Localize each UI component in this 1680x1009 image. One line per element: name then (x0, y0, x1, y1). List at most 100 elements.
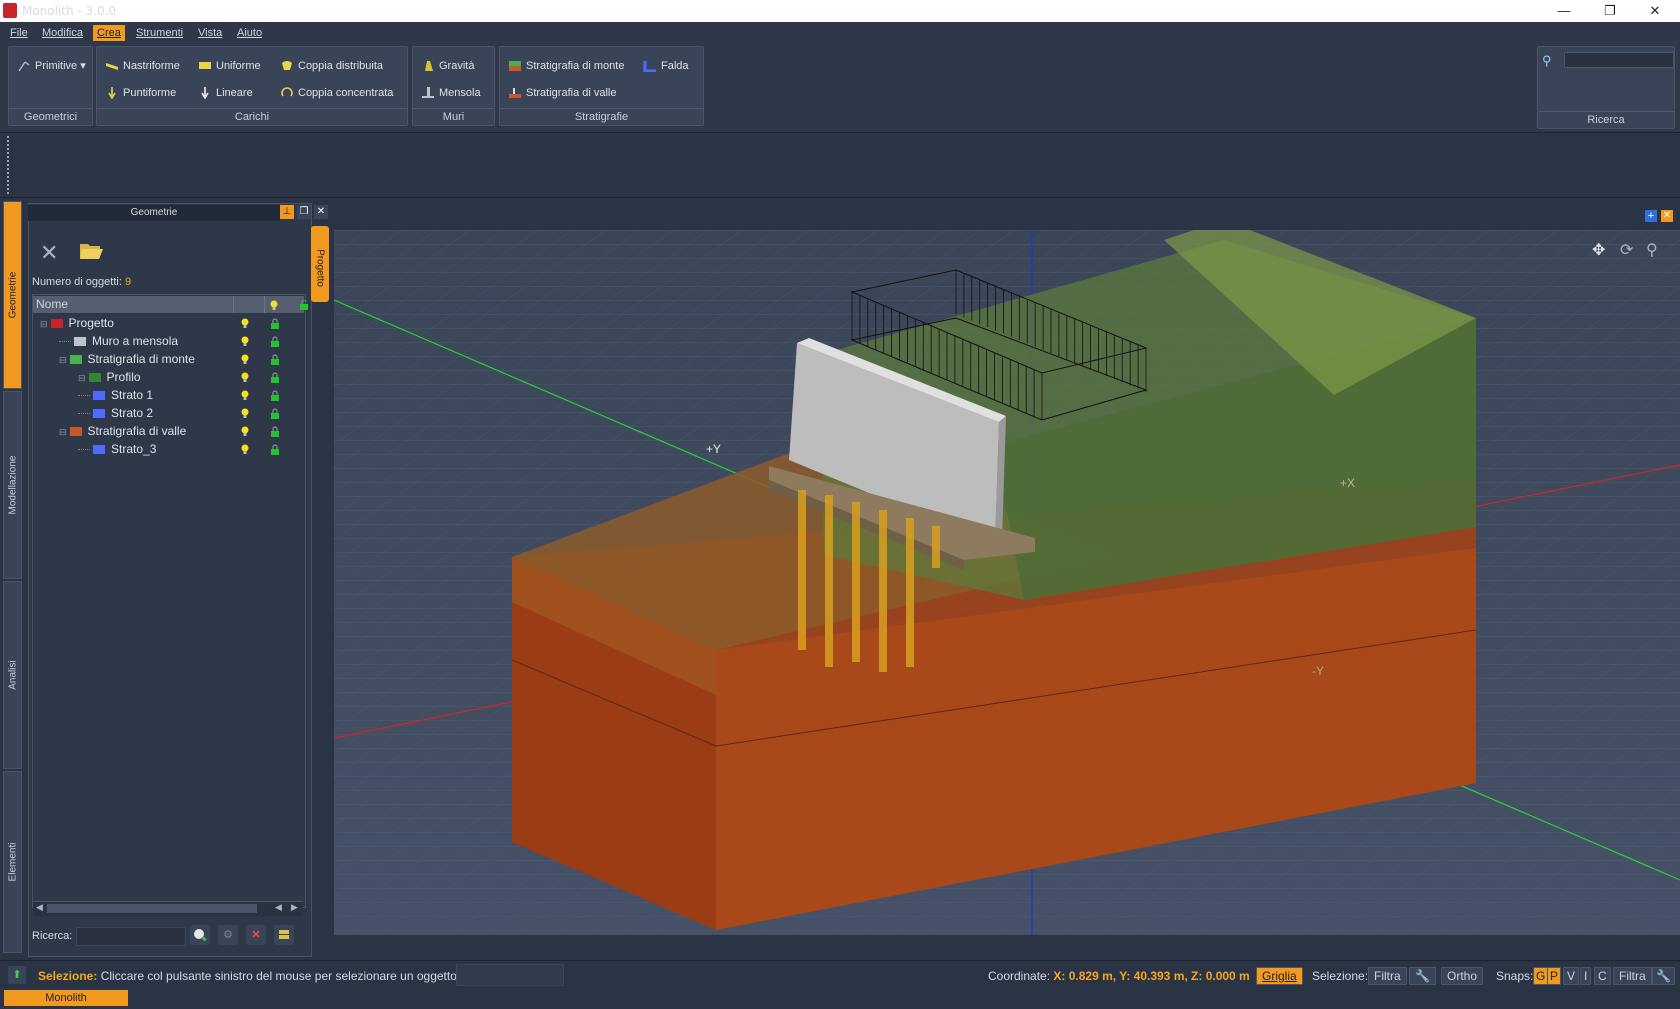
ribbon-group-ricerca: ⚲ Ricerca (1537, 46, 1675, 129)
scroll-left-end-icon[interactable]: ◀ (275, 902, 282, 913)
scroll-thumb[interactable] (47, 904, 257, 913)
close-button[interactable]: ✕ (1641, 2, 1669, 20)
lock-icon[interactable] (270, 444, 280, 455)
tab-elementi[interactable]: Elementi (3, 771, 22, 953)
panel-search-input[interactable] (76, 927, 186, 946)
column-name[interactable]: Nome (36, 296, 68, 313)
lock-icon[interactable] (270, 426, 280, 437)
arrow-up-icon[interactable]: ⬆ (8, 966, 26, 984)
wrench-icon[interactable]: 🔧 (1409, 967, 1436, 985)
zoom-icon[interactable]: ⚲ (1646, 240, 1658, 260)
snap-c-toggle[interactable]: C (1594, 967, 1611, 985)
coppia-concentrata-button[interactable]: Coppia concentrata (280, 84, 393, 102)
expand-toggle-icon[interactable]: ⊟ (59, 355, 67, 365)
downstream-strata-icon (508, 87, 522, 99)
expand-toggle-icon[interactable]: ⊟ (78, 373, 86, 383)
layers-icon[interactable] (274, 925, 294, 945)
tree-item[interactable]: ⊟ Stratigrafia di valle (59, 422, 186, 440)
expand-toggle-icon[interactable]: ⊟ (40, 319, 48, 329)
visibility-bulb-icon[interactable] (241, 390, 249, 400)
toolbar-grip-handle[interactable] (7, 136, 12, 194)
visibility-bulb-icon[interactable] (241, 444, 249, 454)
tree-item[interactable]: ⊟ Profilo (78, 368, 141, 386)
primitive-button[interactable]: Primitive ▾ (17, 57, 86, 75)
tab-monolith[interactable]: Monolith (4, 990, 128, 1006)
tree-item[interactable]: Strato 2 (78, 404, 153, 422)
mensola-button[interactable]: Mensola (421, 84, 481, 102)
visibility-bulb-icon[interactable] (241, 318, 249, 328)
stratigrafia-valle-button[interactable]: Stratigrafia di valle (508, 84, 617, 102)
restore-button[interactable]: ❐ (1596, 2, 1624, 20)
visibility-bulb-icon[interactable] (241, 354, 249, 364)
lineare-button[interactable]: Lineare (198, 84, 253, 102)
mensola-label: Mensola (439, 87, 481, 99)
float-panel-icon[interactable]: ❐ (297, 205, 311, 219)
progetto-side-tab[interactable]: Progetto (311, 226, 329, 302)
visibility-column-icon[interactable] (270, 300, 278, 313)
tree-item[interactable]: Strato 1 (78, 386, 153, 404)
minimize-button[interactable]: — (1550, 2, 1578, 20)
tab-geometrie[interactable]: Geometrie (3, 201, 22, 389)
add-view-icon[interactable]: + (1645, 210, 1657, 222)
visibility-bulb-icon[interactable] (241, 426, 249, 436)
scroll-left-icon[interactable]: ◀ (36, 902, 43, 913)
visibility-bulb-icon[interactable] (241, 336, 249, 346)
axis-label-plus-y: +Y (706, 442, 721, 456)
tree-item-label: Profilo (106, 370, 141, 384)
menu-file[interactable]: File (6, 25, 32, 41)
3d-viewport[interactable]: +Y +X -Y ✥ ⟳ ⚲ (334, 230, 1680, 935)
gravita-button[interactable]: Gravità (421, 57, 474, 75)
menu-strumenti[interactable]: Strumenti (132, 25, 187, 41)
lock-icon[interactable] (270, 336, 280, 347)
group-label-carichi: Carichi (97, 108, 407, 125)
snap-wrench-icon[interactable]: 🔧 (1652, 967, 1675, 985)
clear-search-icon[interactable]: ✕ (246, 925, 266, 945)
menu-crea[interactable]: Crea (93, 25, 125, 41)
expand-toggle-icon[interactable]: ⊟ (59, 427, 67, 437)
menu-vista[interactable]: Vista (194, 25, 226, 41)
nastriforme-label: Nastriforme (123, 60, 180, 72)
search-filter-icon[interactable] (190, 925, 210, 945)
orbit-icon[interactable]: ⟳ (1620, 240, 1633, 260)
coppia-distribuita-button[interactable]: Coppia distribuita (280, 57, 383, 75)
filtra-button[interactable]: Filtra (1368, 967, 1407, 985)
tab-modellazione[interactable]: Modellazione (3, 391, 22, 579)
snap-v-toggle[interactable]: V (1563, 967, 1580, 985)
pan-icon[interactable]: ✥ (1592, 240, 1605, 260)
lock-column-icon[interactable] (299, 299, 309, 313)
menu-aiuto[interactable]: Aiuto (233, 25, 266, 41)
menu-modifica[interactable]: Modifica (38, 25, 87, 41)
lock-icon[interactable] (270, 354, 280, 365)
pin-icon[interactable]: ⊥ (280, 205, 294, 219)
close-view-icon[interactable]: ✕ (1661, 210, 1673, 222)
tree-horizontal-scrollbar[interactable]: ◀ ◀ ▶ (33, 901, 303, 916)
lock-icon[interactable] (270, 318, 280, 329)
uniforme-button[interactable]: Uniforme (198, 57, 261, 75)
refresh-icon[interactable]: ⚙ (218, 925, 238, 945)
lock-icon[interactable] (270, 390, 280, 401)
snap-i-toggle[interactable]: I (1580, 967, 1592, 985)
griglia-button[interactable]: Griglia (1256, 967, 1303, 985)
tree-item[interactable]: Strato_3 (78, 440, 156, 458)
tree-item[interactable]: ⊟ Stratigrafia di monte (59, 350, 195, 368)
open-folder-icon[interactable] (78, 238, 104, 265)
stratigrafia-monte-button[interactable]: Stratigrafia di monte (508, 57, 624, 75)
visibility-bulb-icon[interactable] (241, 372, 249, 382)
nastriforme-button[interactable]: Nastriforme (105, 57, 180, 75)
tree-item[interactable]: ⊟ Progetto (40, 314, 114, 332)
lock-icon[interactable] (270, 408, 280, 419)
close-panel-icon[interactable]: ✕ (314, 205, 328, 219)
lock-icon[interactable] (270, 372, 280, 383)
snap-p-toggle[interactable]: P (1547, 967, 1562, 985)
ribbon-search-input[interactable] (1564, 52, 1674, 68)
tree-item[interactable]: Muro a mensola (59, 332, 178, 350)
ortho-button[interactable]: Ortho (1441, 967, 1484, 985)
visibility-bulb-icon[interactable] (241, 408, 249, 418)
scroll-right-icon[interactable]: ▶ (291, 902, 298, 913)
delete-icon[interactable]: ✕ (40, 240, 58, 266)
tab-analisi[interactable]: Analisi (3, 581, 22, 769)
status-input[interactable] (456, 964, 564, 986)
falda-button[interactable]: Falda (643, 57, 689, 75)
puntiforme-button[interactable]: Puntiforme (105, 84, 176, 102)
snap-filtra-button[interactable]: Filtra (1613, 967, 1652, 985)
